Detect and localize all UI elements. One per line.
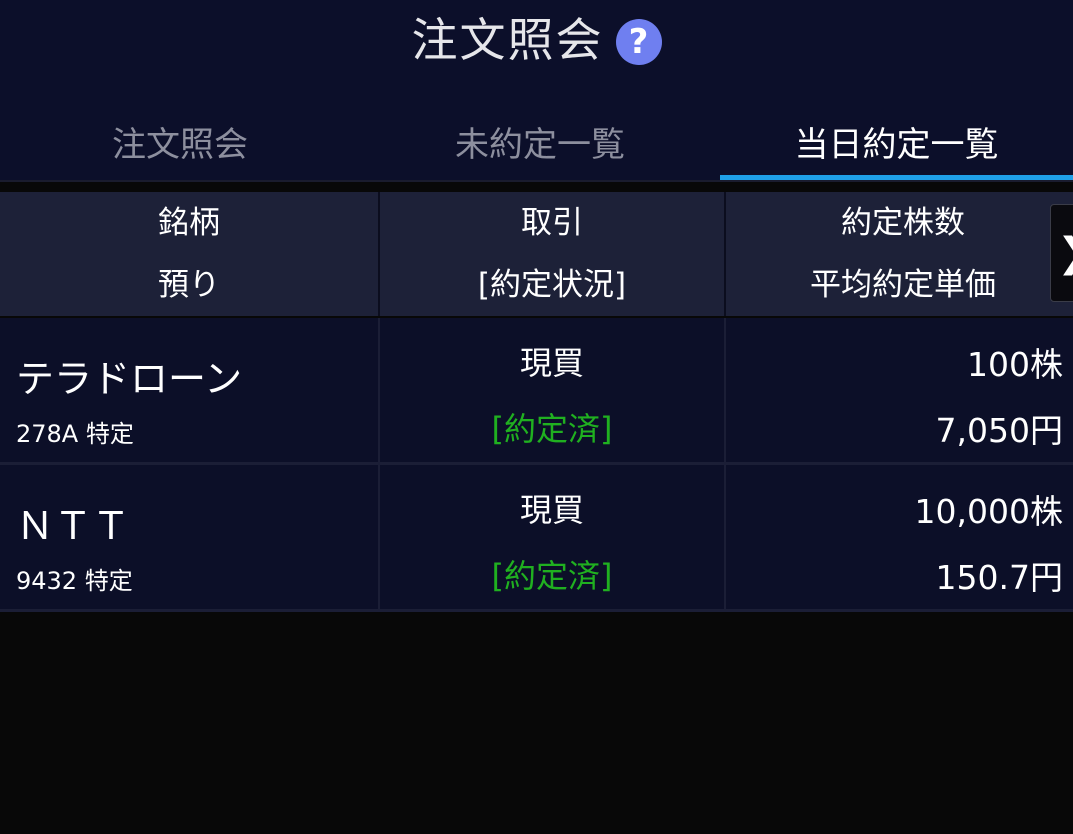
row-divider	[0, 609, 1073, 612]
average-price: 150.7円	[935, 558, 1063, 597]
tab-label: 注文照会	[112, 124, 248, 165]
chevron-right-icon[interactable]: ❯	[1050, 204, 1073, 302]
execution-status: [約定済]	[491, 410, 613, 448]
table-header: 銘柄 預り 取引 [約定状況] 約定株数 平均約定単価	[0, 192, 1073, 316]
page-title: 注文照会	[411, 13, 604, 67]
column-header-line1: 約定株数	[841, 205, 965, 241]
title-bar: 注文照会 ?	[0, 8, 1073, 72]
trade-type: 現買	[519, 344, 584, 382]
stock-cell: テラドローン 278A 特定	[0, 318, 378, 462]
executed-quantity: 100株	[967, 345, 1063, 384]
column-header-trade: 取引 [約定状況]	[380, 192, 724, 316]
column-header-line1: 取引	[521, 205, 583, 241]
question-circle-icon[interactable]: ?	[615, 19, 662, 65]
execution-status: [約定済]	[491, 557, 613, 595]
column-header-line2: 平均約定単価	[810, 267, 996, 303]
column-header-line1: 銘柄	[158, 205, 220, 241]
app-header: 注文照会 ? 注文照会 未約定一覧 当日約定一覧	[0, 0, 1073, 182]
column-header-quantity-price: 約定株数 平均約定単価	[726, 192, 1073, 316]
tab-label: 当日約定一覧	[794, 124, 999, 165]
quantity-price-cell: 10,000株 150.7円	[726, 465, 1073, 609]
executed-quantity: 10,000株	[914, 492, 1063, 531]
stock-code: 278A 特定	[16, 420, 134, 448]
header-divider	[0, 180, 1073, 182]
column-header-line2: 預り	[158, 267, 220, 303]
stock-name: テラドローン	[16, 357, 243, 401]
quantity-price-cell: 100株 7,050円	[726, 318, 1073, 462]
trade-cell: 現買 [約定済]	[380, 465, 724, 609]
tab-today-executed-list[interactable]: 当日約定一覧	[720, 100, 1073, 182]
tab-label: 未約定一覧	[455, 124, 625, 165]
trade-cell: 現買 [約定済]	[380, 318, 724, 462]
stock-code: 9432 特定	[16, 567, 133, 595]
tab-bar: 注文照会 未約定一覧 当日約定一覧	[0, 100, 1073, 182]
tab-order-inquiry[interactable]: 注文照会	[0, 100, 360, 182]
tab-unexecuted-list[interactable]: 未約定一覧	[360, 100, 720, 182]
stock-cell: ＮＴＴ 9432 特定	[0, 465, 378, 609]
table-row[interactable]: テラドローン 278A 特定 現買 [約定済] 100株 7,050円	[0, 318, 1073, 462]
trade-type: 現買	[519, 491, 584, 529]
average-price: 7,050円	[935, 411, 1063, 450]
stock-name: ＮＴＴ	[16, 504, 131, 548]
table-row[interactable]: ＮＴＴ 9432 特定 現買 [約定済] 10,000株 150.7円	[0, 465, 1073, 609]
column-header-stock: 銘柄 預り	[0, 192, 378, 316]
column-header-line2: [約定状況]	[477, 267, 627, 303]
